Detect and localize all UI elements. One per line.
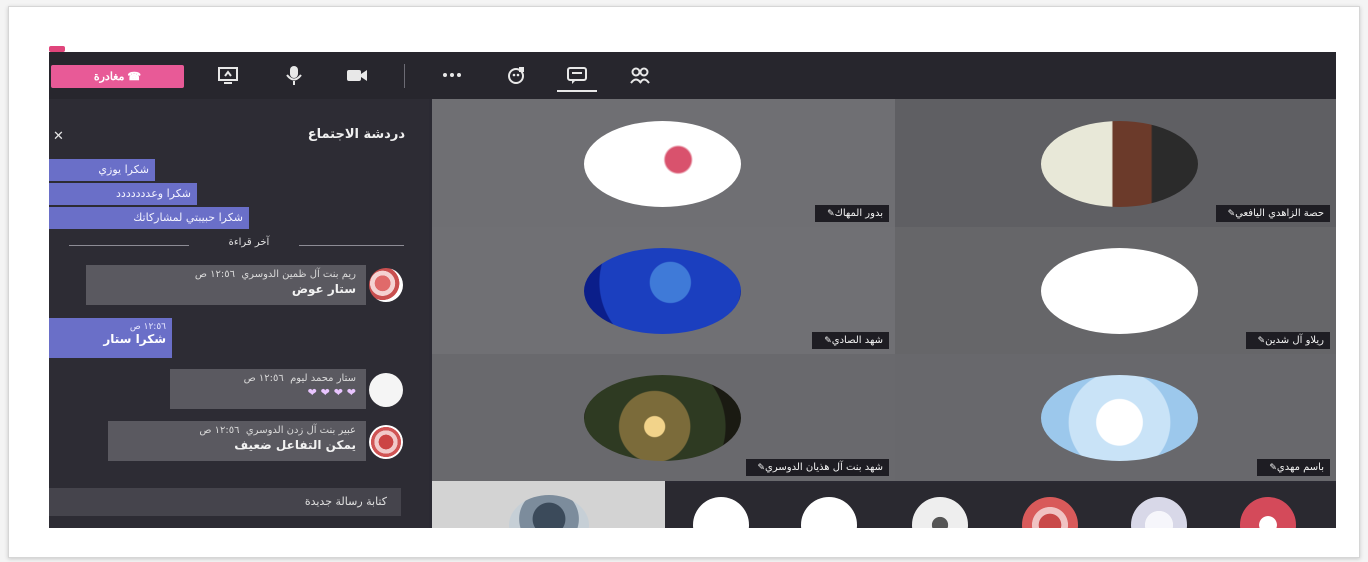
avatar[interactable] <box>801 497 857 528</box>
message-text: ستار عوض <box>291 282 356 296</box>
mic-icon[interactable] <box>283 64 305 86</box>
camera-icon[interactable] <box>346 64 368 86</box>
message-sender: ستار محمد ليوم <box>290 373 356 384</box>
message-text: يمكن التفاعل ضعيف <box>234 438 356 452</box>
avatar[interactable] <box>1022 497 1078 528</box>
share-screen-icon[interactable] <box>217 64 239 86</box>
meeting-toolbar: ☎ مغادرة <box>49 52 1336 99</box>
message-time: ١٢:٥٦ ص <box>194 269 235 280</box>
message-time: ١٢:٥٦ ص <box>129 322 166 332</box>
chat-message[interactable]: ريم بنت آل ظمين الدوسري ١٢:٥٦ ص ستار عوض <box>86 265 366 305</box>
more-icon[interactable] <box>441 64 463 86</box>
avatar[interactable] <box>369 425 403 459</box>
toolbar-divider <box>404 64 405 88</box>
participant-tile[interactable] <box>432 481 665 528</box>
compose-message-input[interactable]: كتابة رسالة جديدة <box>49 488 401 516</box>
chat-message[interactable]: عبير بنت آل زدن الدوسري ١٢:٥٦ ص يمكن الت… <box>108 421 366 461</box>
leave-label: مغادرة <box>93 71 125 83</box>
chat-icon[interactable] <box>566 64 588 86</box>
phone-icon: ☎ <box>124 71 142 83</box>
participant-name-tag: بدور المهاك✎ <box>815 205 889 222</box>
chat-pill-2[interactable]: شكرا وعددددددد <box>49 183 197 205</box>
participant-tile[interactable]: باسم مهدي✎ <box>895 354 1336 481</box>
participant-avatar <box>509 495 589 528</box>
avatar[interactable] <box>369 268 403 302</box>
participant-tile[interactable]: ريلاو آل شدين✎ <box>895 227 1336 354</box>
mic-muted-icon: ✎ <box>1269 463 1277 473</box>
participant-avatar <box>584 121 741 207</box>
message-sender: عبير بنت آل زدن الدوسري <box>245 425 356 436</box>
mic-muted-icon: ✎ <box>824 336 832 346</box>
chat-active-indicator <box>557 90 597 92</box>
participant-tile[interactable]: شهد الصادي✎ <box>432 227 895 354</box>
chat-pill-1[interactable]: شكرا يوزي <box>49 159 155 181</box>
chat-message[interactable]: ستار محمد ليوم ١٢:٥٦ ص ❤ ❤ ❤ ❤ <box>170 369 366 409</box>
message-text: ❤ ❤ ❤ ❤ <box>307 386 356 399</box>
participant-tile[interactable]: حصة الزاهدي اليافعي✎ <box>895 99 1336 227</box>
mic-muted-icon: ✎ <box>1227 209 1236 219</box>
participant-avatar <box>1041 248 1198 334</box>
message-text: شكرا ستار <box>103 332 166 346</box>
message-sender: ريم بنت آل ظمين الدوسري <box>241 269 356 280</box>
message-time: ١٢:٥٦ ص <box>199 425 240 436</box>
avatar[interactable] <box>369 373 403 407</box>
participant-name-tag: باسم مهدي✎ <box>1257 459 1330 476</box>
chat-panel: ✕ دردشة الاجتماع شكرا يوزي شكرا وعدددددد… <box>49 99 429 528</box>
participant-name-tag: حصة الزاهدي اليافعي✎ <box>1215 205 1330 222</box>
leave-button[interactable]: ☎ مغادرة <box>51 65 184 88</box>
chat-title: دردشة الاجتماع <box>307 127 405 142</box>
last-read-label: آخر قراءة <box>228 237 270 248</box>
avatar[interactable] <box>1131 497 1187 528</box>
chat-pill-3[interactable]: شكرا حبيبتي لمشاركاتك <box>49 207 249 229</box>
participant-tile[interactable]: بدور المهاك✎ <box>432 99 895 227</box>
mic-muted-icon: ✎ <box>757 463 766 473</box>
reactions-icon[interactable] <box>505 64 527 86</box>
participant-name-tag: شهد الصادي✎ <box>812 332 889 349</box>
participant-avatar <box>584 248 741 334</box>
close-icon[interactable]: ✕ <box>53 129 64 144</box>
message-time: ١٢:٥٦ ص <box>243 373 284 384</box>
participant-avatar <box>1041 121 1198 207</box>
last-read-divider: آخر قراءة <box>69 235 404 255</box>
participant-avatar <box>584 375 741 461</box>
participant-tile[interactable]: شهد بنت آل هذيان الدوسري✎ <box>432 354 895 481</box>
mic-muted-icon: ✎ <box>827 209 835 219</box>
participant-name-tag: ريلاو آل شدين✎ <box>1245 332 1330 349</box>
participants-icon[interactable] <box>629 64 651 86</box>
chat-message-self[interactable]: ١٢:٥٦ ص شكرا ستار <box>49 318 172 358</box>
avatar[interactable] <box>693 497 749 528</box>
participant-name-tag: شهد بنت آل هذيان الدوسري✎ <box>745 459 889 476</box>
participants-strip <box>665 483 1336 528</box>
avatar[interactable] <box>912 497 968 528</box>
participant-avatar <box>1041 375 1198 461</box>
avatar[interactable] <box>1240 497 1296 528</box>
meeting-window: ☎ مغادرة ✕ دردشة الاجتماع شكرا يوزي شكرا… <box>49 52 1336 528</box>
